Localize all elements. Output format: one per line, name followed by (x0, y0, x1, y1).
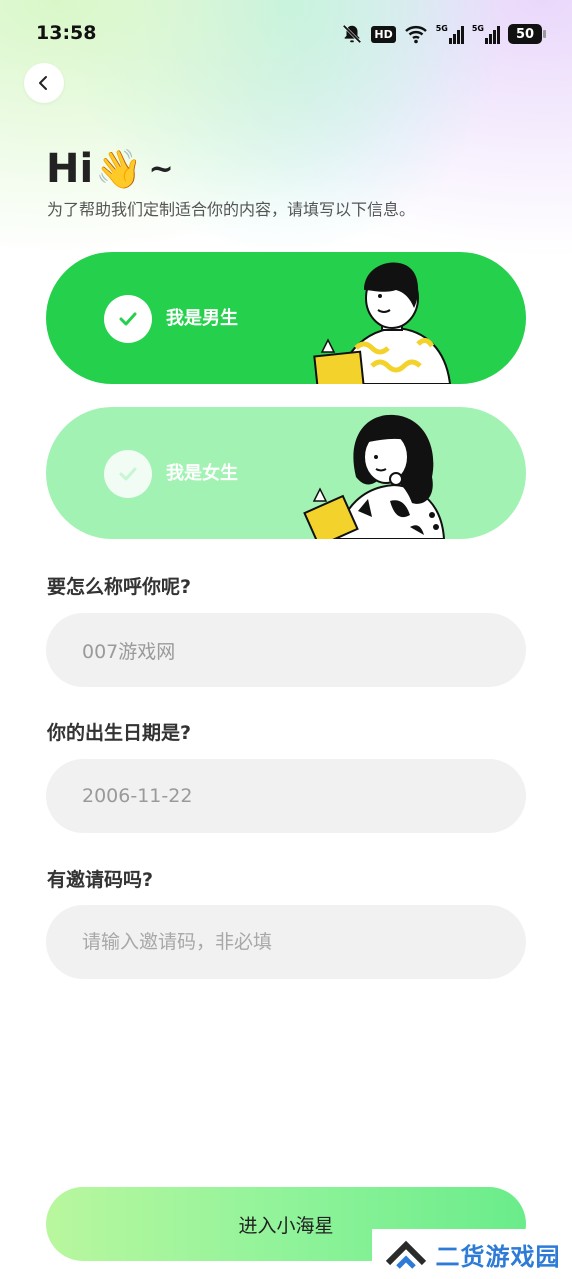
greeting-tilde: ~ (148, 151, 174, 187)
nickname-value: 007游戏网 (82, 640, 176, 663)
birthdate-value: 2006-11-22 (82, 785, 193, 807)
checkmark-icon (119, 312, 137, 326)
invite-code-field[interactable] (46, 905, 526, 979)
gender-option-female[interactable]: 我是女生 (46, 407, 526, 539)
page-subtitle: 为了帮助我们定制适合你的内容，请填写以下信息。 (47, 200, 416, 219)
battery-icon: 50 (508, 24, 546, 44)
invite-question-label: 有邀请码吗? (47, 869, 154, 891)
radio-check (104, 450, 152, 498)
birthdate-field[interactable]: 2006-11-22 (46, 759, 526, 833)
network-type-label: 5G (435, 24, 448, 33)
waving-hand-icon: 👋 (95, 146, 143, 191)
nickname-field[interactable]: 007游戏网 (46, 613, 526, 687)
birthdate-question-label: 你的出生日期是? (47, 722, 192, 744)
name-question-label: 要怎么称呼你呢? (47, 576, 192, 598)
boy-illustration (313, 262, 452, 384)
checkmark-icon (119, 467, 137, 481)
gender-male-label: 我是男生 (166, 308, 238, 329)
watermark-logo-icon (385, 1240, 426, 1269)
hd-badge: HD (371, 25, 396, 43)
invite-code-input[interactable] (82, 931, 526, 953)
watermark-text: 二货游戏园 (435, 1242, 561, 1271)
signal-icon: 5G (472, 24, 500, 44)
gender-female-label: 我是女生 (166, 463, 238, 484)
greeting-text: Hi (46, 146, 94, 192)
enter-button-label: 进入小海星 (238, 1214, 334, 1237)
status-time: 13:58 (36, 22, 97, 44)
wifi-icon (404, 26, 427, 44)
chevron-left-icon (39, 76, 47, 90)
radio-check (104, 295, 152, 343)
gender-option-male[interactable]: 我是男生 (46, 252, 526, 384)
watermark: 二货游戏园 (372, 1229, 572, 1279)
bell-off-icon (343, 24, 362, 44)
back-button[interactable] (24, 63, 64, 103)
status-icons: HD 5G 5G 50 (341, 22, 546, 46)
network-type-label: 5G (471, 24, 484, 33)
girl-illustration (303, 414, 446, 539)
signal-icon: 5G (436, 24, 464, 44)
page-title: Hi 👋 ~ (46, 146, 174, 192)
